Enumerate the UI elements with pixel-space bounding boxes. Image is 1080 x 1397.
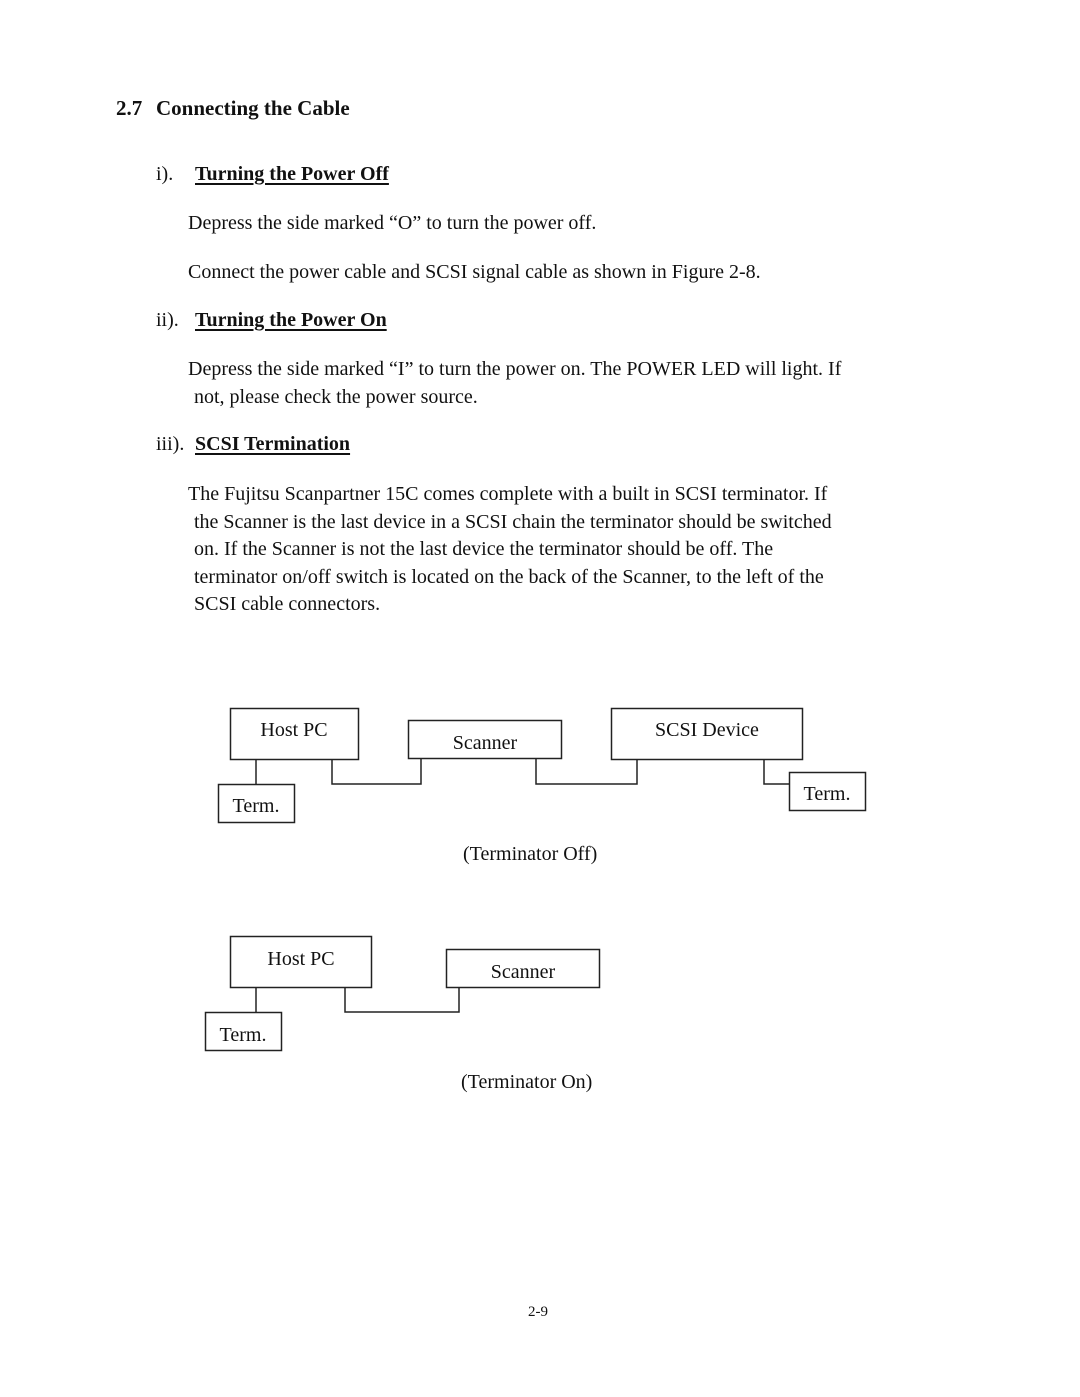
box-scsi-device: SCSI Device [610,707,804,761]
figure-caption-terminator-on: (Terminator On) [461,1071,593,1093]
wire-device-to-term [763,759,789,785]
figure-terminator-on: Host PC Term. Scanner [204,935,601,1052]
box-host-term: Term. [204,1011,283,1052]
page-number: 2-9 [528,1304,548,1320]
box-label: Term. [233,795,280,817]
wire-host-to-scanner [344,987,460,1013]
box-label: Host PC [260,719,327,741]
box-label: Term. [804,783,851,805]
box-scanner: Scanner [407,719,563,760]
box-host-pc: Host PC [229,707,360,761]
figure-caption-terminator-off: (Terminator Off) [463,843,598,865]
box-device-term: Term. [788,771,867,812]
figure-terminator-off: Host PC Term. Scanner SCSI Device Term. [217,707,867,824]
box-label: Term. [220,1024,267,1046]
box-scanner: Scanner [445,948,601,989]
box-label: Host PC [267,948,334,970]
wire-scanner-to-device [535,759,638,785]
box-label: Scanner [491,961,556,983]
wire-host-to-scanner [331,759,422,785]
box-label: Scanner [453,732,518,754]
box-host-term: Term. [217,783,296,824]
scsi-chain-diagrams: Host PC Term. Scanner SCSI Device Term. … [204,707,867,1052]
box-label: SCSI Device [655,719,759,741]
box-host-pc: Host PC [229,935,373,989]
